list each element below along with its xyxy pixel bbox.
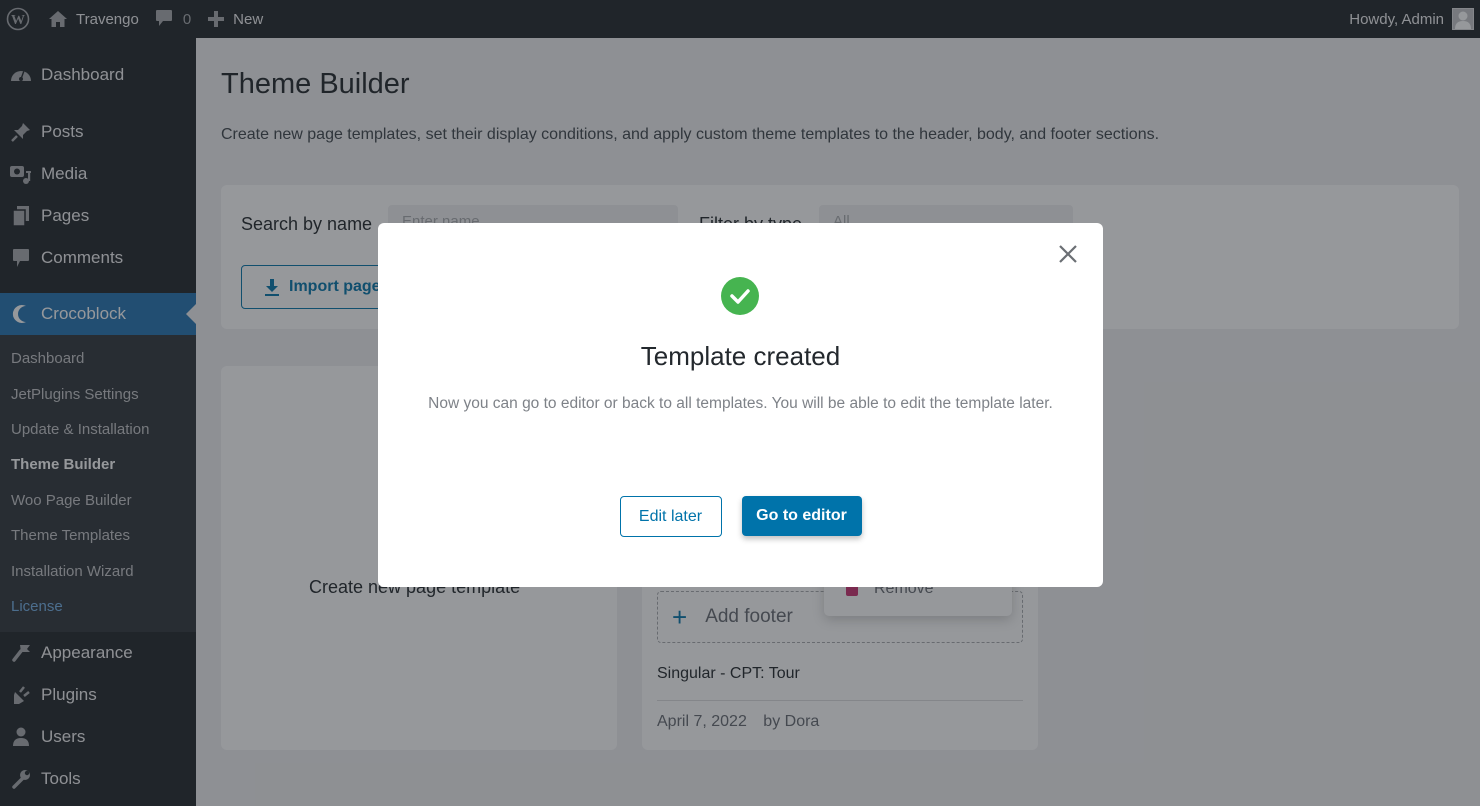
edit-later-button[interactable]: Edit later — [619, 496, 722, 537]
go-to-editor-button[interactable]: Go to editor — [741, 496, 862, 536]
modal-message: Now you can go to editor or back to all … — [428, 395, 1053, 412]
modal-title: Template created — [640, 341, 841, 371]
modal-actions: Edit later Go to editor — [378, 496, 1103, 537]
close-icon — [1058, 244, 1078, 269]
close-button[interactable] — [1057, 244, 1079, 269]
success-check-icon — [721, 277, 759, 315]
template-created-modal: Template created Now you can go to edito… — [378, 223, 1103, 587]
